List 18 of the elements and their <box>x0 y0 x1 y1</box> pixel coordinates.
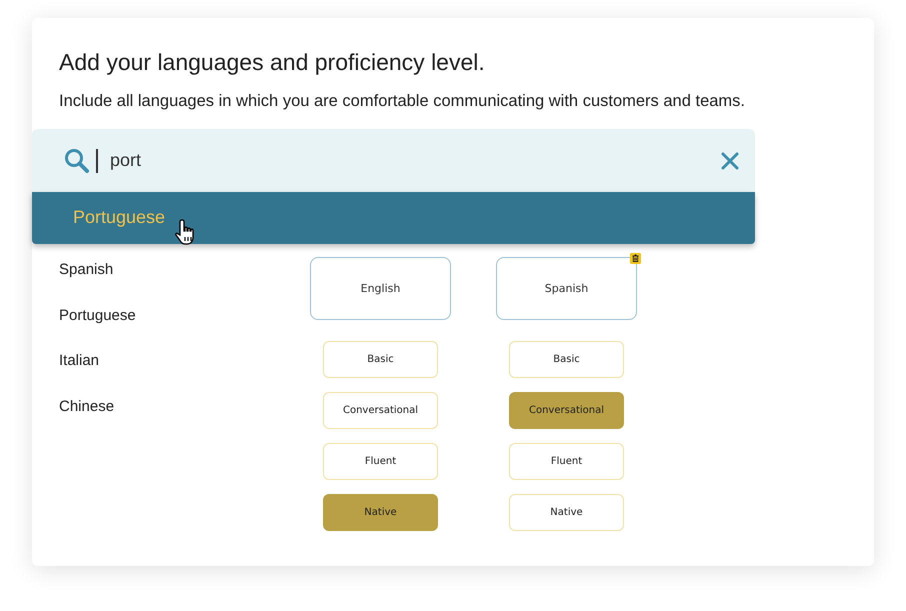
language-option[interactable]: Spanish <box>59 261 114 306</box>
search-icon <box>64 148 90 174</box>
proficiency-button[interactable]: Native <box>509 494 624 531</box>
language-option[interactable]: Italian <box>59 352 100 398</box>
proficiency-button[interactable]: Basic <box>323 341 438 378</box>
proficiency-button[interactable]: Fluent <box>509 443 624 480</box>
proficiency-button[interactable]: Native <box>323 494 438 531</box>
proficiency-button[interactable]: Conversational <box>323 392 438 429</box>
language-option[interactable]: Portuguese <box>59 306 136 352</box>
language-card[interactable]: English <box>310 257 451 320</box>
page-subtitle: Include all languages in which you are comfortable communicating with customers and teams. <box>59 91 746 112</box>
search-field[interactable]: port <box>32 129 755 192</box>
trash-icon[interactable] <box>630 253 641 264</box>
proficiency-button[interactable]: Fluent <box>323 443 438 480</box>
page-title: Add your languages and proficiency level. <box>59 48 486 76</box>
proficiency-button[interactable]: Conversational <box>509 392 624 429</box>
proficiency-button[interactable]: Basic <box>509 341 624 378</box>
language-option[interactable]: Chinese <box>59 398 114 443</box>
